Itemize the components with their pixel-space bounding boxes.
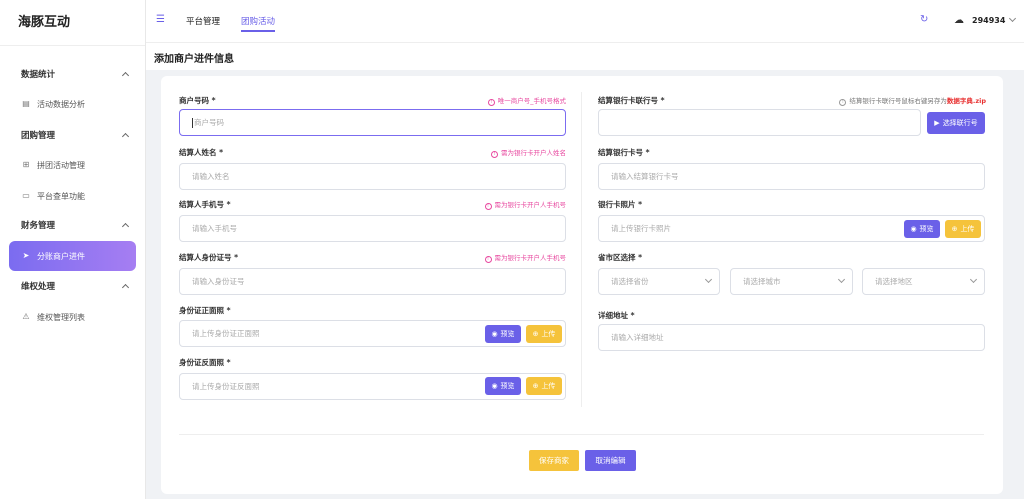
bank-photo-preview-button[interactable]: ◉ 预览 [904, 220, 940, 238]
merchant-no-input[interactable]: 商户号码 [179, 109, 566, 136]
id-front-upload-button[interactable]: ⊕ 上传 [526, 325, 562, 343]
id-no-label: 结算人身份证号 * [179, 253, 239, 262]
sidebar-item-group-activity[interactable]: ⊞ 拼团活动管理 [9, 150, 136, 180]
topbar: ☰ 平台管理 团购活动 ↻ ☁ 294934 [146, 0, 1024, 42]
sidebar-item-label: 维权管理列表 [37, 312, 85, 322]
cancel-edit-button[interactable]: 取消编辑 [585, 450, 636, 471]
footer-divider [179, 434, 984, 435]
bank-photo-label: 银行卡照片 * [598, 200, 643, 209]
warning-icon: ⚠ [22, 312, 30, 321]
bank-branch-input[interactable] [598, 109, 921, 136]
save-merchant-button[interactable]: 保存商家 [529, 450, 579, 471]
bank-photo-upload-button[interactable]: ⊕ 上传 [945, 220, 981, 238]
grid-icon: ⊞ [22, 160, 30, 169]
chevron-down-icon[interactable] [1008, 14, 1017, 23]
sidebar-item-activity-analysis[interactable]: ▤ 活动数据分析 [9, 89, 136, 119]
document-icon: ▤ [22, 99, 30, 108]
menu-group-groupbuy[interactable]: 团购管理 [0, 122, 146, 148]
merchant-no-label: 商户号码 * [179, 96, 216, 105]
info-icon: ! [491, 151, 498, 158]
province-select[interactable]: 请选择省份 [598, 268, 720, 295]
id-back-upload-button[interactable]: ⊕ 上传 [526, 377, 562, 395]
account-phone-label: 结算人手机号 * [179, 200, 231, 209]
page-title: 添加商户进件信息 [154, 54, 234, 65]
page-header: 添加商户进件信息 [146, 42, 1024, 70]
id-back-label: 身份证反面照 * [179, 358, 231, 367]
account-phone-input[interactable]: 请输入手机号 [179, 215, 566, 242]
refresh-icon[interactable]: ↻ [920, 14, 928, 25]
info-icon: ! [839, 99, 847, 106]
menu-toggle-icon[interactable]: ☰ [156, 14, 165, 25]
bank-branch-label: 结算银行卡联行号 * [598, 96, 665, 105]
column-divider [581, 92, 582, 407]
bank-branch-hint: ! 结算银行卡联行号鼠标右键另存为数据字典.zip [790, 95, 986, 106]
account-name-label: 结算人姓名 * [179, 148, 224, 157]
address-input[interactable]: 请输入详细地址 [598, 324, 985, 351]
account-name-input[interactable]: 请输入姓名 [179, 163, 566, 190]
text-cursor [192, 117, 193, 128]
upload-icon: ⊕ [532, 330, 539, 338]
info-icon: ! [484, 203, 492, 210]
send-icon: ➤ [22, 251, 30, 260]
account-phone-hint: ! 需为银行卡开户人手机号 [420, 199, 566, 210]
city-select[interactable]: 请选择城市 [730, 268, 853, 295]
menu-group-label: 数据统计 [21, 70, 56, 80]
menu-group-rights[interactable]: 维权处理 [0, 273, 146, 299]
id-no-input[interactable]: 请输入身份证号 [179, 268, 566, 295]
id-front-label: 身份证正面照 * [179, 306, 231, 315]
folder-icon: ▭ [22, 191, 30, 200]
district-select[interactable]: 请选择地区 [862, 268, 985, 295]
sidebar-item-label: 平台查单功能 [37, 191, 85, 201]
sidebar-item-merchant-onboarding[interactable]: ➤ 分账商户进件 [9, 241, 136, 271]
address-label: 详细地址 * [598, 311, 635, 320]
menu-group-label: 维权处理 [21, 282, 56, 292]
menu-group-finance[interactable]: 财务管理 [0, 212, 146, 238]
bank-card-label: 结算银行卡号 * [598, 148, 650, 157]
info-icon: ! [484, 256, 492, 263]
region-label: 省市区选择 * [598, 253, 643, 262]
data-dictionary-link[interactable]: 数据字典.zip [947, 97, 986, 105]
upload-icon: ⊕ [951, 225, 958, 233]
id-front-preview-button[interactable]: ◉ 预览 [485, 325, 521, 343]
sidebar-item-label: 活动数据分析 [37, 99, 85, 109]
play-icon: ▶ [934, 119, 940, 127]
eye-icon: ◉ [491, 330, 498, 338]
id-back-preview-button[interactable]: ◉ 预览 [485, 377, 521, 395]
sidebar-item-label: 分账商户进件 [37, 251, 85, 261]
user-name[interactable]: 294934 [972, 16, 1005, 25]
account-name-hint: ! 需为银行卡开户人姓名 [420, 147, 566, 158]
select-branch-button[interactable]: ▶ 选择联行号 [927, 112, 985, 134]
avatar-icon[interactable]: ☁ [954, 15, 964, 26]
sidebar-item-label: 拼团活动管理 [37, 160, 85, 170]
chevron-up-icon [121, 132, 130, 141]
bank-card-input[interactable]: 请输入结算银行卡号 [598, 163, 985, 190]
tab-platform-management[interactable]: 平台管理 [186, 15, 220, 27]
merchant-no-hint: ! 唯一商户号_手机号格式 [420, 95, 566, 106]
menu-group-stats[interactable]: 数据统计 [0, 61, 146, 87]
id-no-hint: ! 需为银行卡开户人手机号 [420, 252, 566, 263]
upload-icon: ⊕ [532, 382, 539, 390]
sidebar-item-order-lookup[interactable]: ▭ 平台查单功能 [9, 181, 136, 211]
menu-group-label: 团购管理 [21, 131, 56, 141]
eye-icon: ◉ [910, 225, 917, 233]
sidebar-item-rights-list[interactable]: ⚠ 维权管理列表 [9, 302, 136, 332]
chevron-up-icon [121, 71, 130, 80]
chevron-up-icon [121, 222, 130, 231]
chevron-up-icon [121, 283, 130, 292]
info-icon: ! [487, 99, 495, 106]
tab-groupbuy-activity[interactable]: 团购活动 [241, 15, 275, 27]
brand-logo: 海豚互动 [0, 0, 145, 46]
eye-icon: ◉ [491, 382, 498, 390]
sidebar: 海豚互动 数据统计 ▤ 活动数据分析 团购管理 ⊞ 拼团活动管理 ▭ 平台查单功… [0, 0, 146, 499]
active-tab-indicator [241, 30, 275, 32]
menu-group-label: 财务管理 [21, 221, 56, 231]
